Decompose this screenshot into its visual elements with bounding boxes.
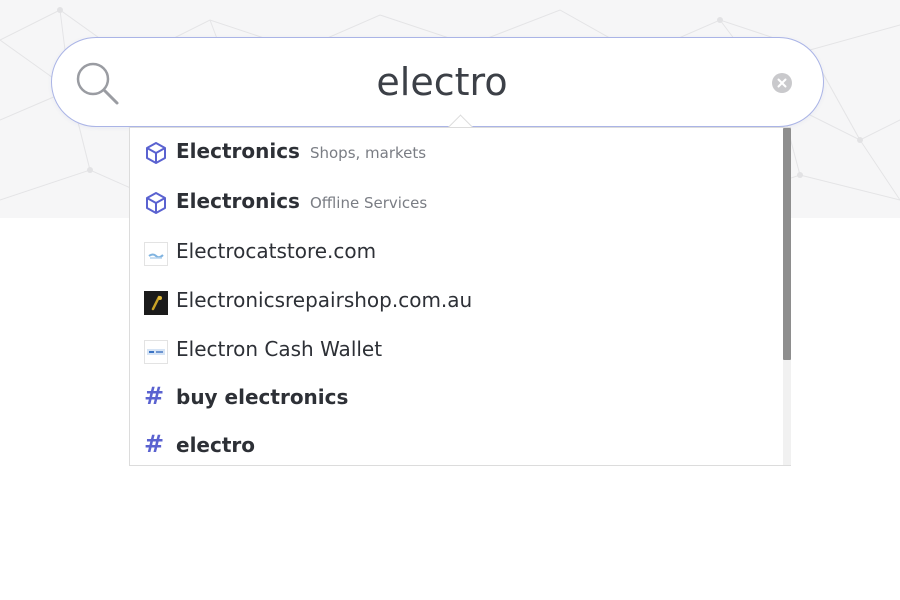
dropdown-scrollbar-thumb[interactable] [783, 128, 791, 360]
search-bar[interactable] [51, 37, 824, 127]
electrocatstore-favicon-icon [144, 242, 168, 266]
suggestion-title: Electronics Shops, markets [176, 139, 427, 163]
cube-icon [143, 190, 169, 216]
clear-search-icon[interactable] [772, 73, 792, 93]
suggestion-title: Electronics Offline Services [176, 189, 428, 213]
suggestion-item[interactable]: # electro [130, 422, 780, 465]
suggestion-item[interactable]: Electrocatstore.com [130, 228, 780, 277]
suggestion-title: Electrocatstore.com [176, 239, 377, 263]
hash-icon: # [144, 382, 165, 410]
suggestion-title: Electronicsrepairshop.com.au [176, 288, 473, 312]
suggestion-title: Electron Cash Wallet [176, 337, 383, 361]
electronicsrepairshop-favicon-icon [144, 291, 168, 315]
electron-cash-favicon-icon [144, 340, 168, 364]
search-icon[interactable] [72, 58, 122, 108]
suggestion-item[interactable]: Electronics Offline Services [130, 178, 780, 227]
suggestion-title: buy electronics [176, 385, 349, 409]
hash-icon: # [144, 430, 165, 458]
suggestion-title: electro [176, 433, 256, 457]
search-input[interactable] [142, 54, 742, 110]
suggestion-item[interactable]: Electronics Shops, markets [130, 128, 780, 177]
page: ElectronicsShops, markets ElectronicsOff… [0, 0, 900, 600]
cube-icon [143, 140, 169, 166]
suggestion-item[interactable]: Electronicsrepairshop.com.au [130, 277, 780, 326]
suggestion-subtitle: Offline Services [309, 194, 428, 212]
suggestion-subtitle: Shops, markets [309, 144, 427, 162]
suggestions-dropdown: Electronics Shops, markets Electronics Off… [129, 127, 791, 466]
suggestion-item[interactable]: # buy electronics [130, 374, 780, 423]
suggestion-item[interactable]: Electron Cash Wallet [130, 326, 780, 375]
